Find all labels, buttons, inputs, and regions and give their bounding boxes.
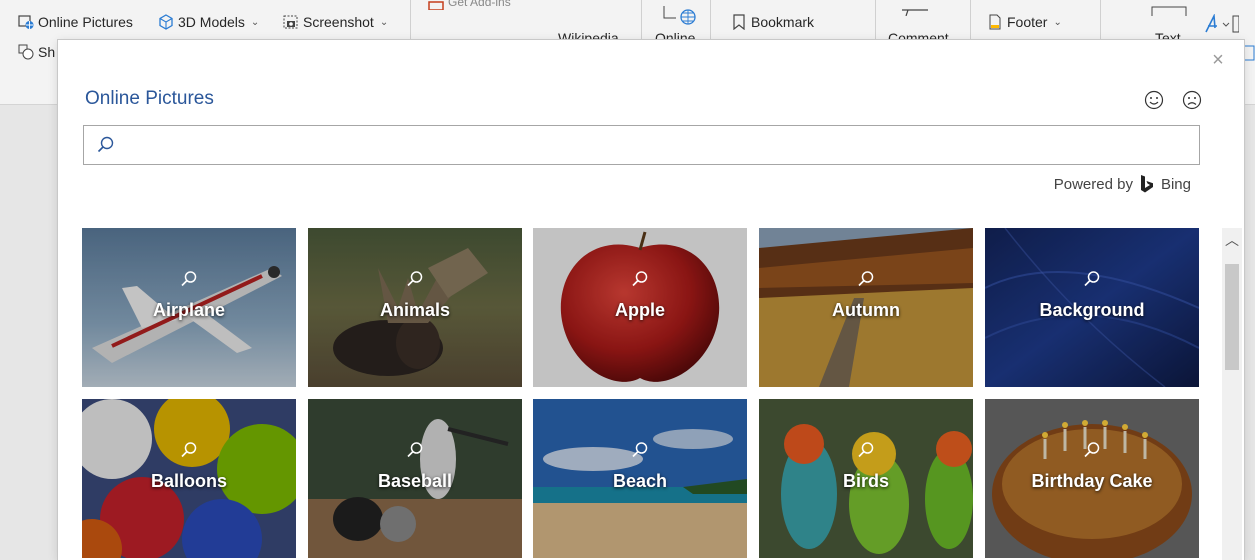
search-icon [181, 271, 197, 287]
search-icon [1084, 271, 1100, 287]
category-tile-apple[interactable]: Apple [533, 228, 747, 387]
search-icon [858, 271, 874, 287]
globe-icon [663, 6, 696, 25]
shapes-ribbon-button[interactable]: Sh [18, 44, 55, 60]
category-label: Balloons [150, 471, 227, 491]
category-tile-birthday-cake[interactable]: Birthday Cake [985, 399, 1199, 558]
ribbon-separator [710, 0, 711, 40]
search-icon [407, 442, 423, 458]
category-grid: Airplane Animals Apple Autumn Background… [82, 228, 1202, 560]
3d-models-ribbon-label: 3D Models [178, 14, 245, 30]
bookmark-ribbon-label: Bookmark [751, 14, 815, 30]
scrollbar-thumb[interactable] [1225, 264, 1239, 370]
store-icon [428, 1, 444, 10]
footer-ribbon-button[interactable]: Footer ⌄ [987, 14, 1062, 30]
textbox-icon [1151, 6, 1187, 16]
search-icon [1084, 442, 1100, 458]
frown-icon[interactable] [1182, 90, 1202, 110]
category-label: Animals [379, 300, 451, 320]
chevron-down-icon: ⌄ [379, 16, 389, 28]
chevron-down-icon: ⌄ [250, 16, 260, 28]
bing-logo-icon [1140, 175, 1153, 193]
category-label: Background [1039, 300, 1145, 320]
category-label: Baseball [377, 471, 453, 491]
online-pictures-ribbon-button[interactable]: Online Pictures [18, 14, 133, 30]
chevron-up-icon[interactable]: ︿ [1222, 228, 1242, 252]
screenshot-ribbon-button[interactable]: Screenshot ⌄ [283, 14, 388, 30]
category-tile-airplane[interactable]: Airplane [82, 228, 296, 387]
category-label: Airplane [152, 300, 226, 320]
search-icon [632, 442, 648, 458]
search-input[interactable] [120, 126, 1194, 164]
powered-by-label: Powered by [1053, 175, 1133, 193]
category-tile-background[interactable]: Background [985, 228, 1199, 387]
chevron-down-icon: ⌄ [1053, 16, 1062, 28]
category-label: Apple [614, 300, 665, 320]
comment-icon [902, 9, 928, 16]
feedback-buttons [1144, 90, 1202, 110]
vertical-scrollbar[interactable]: ︿ [1222, 228, 1242, 560]
search-icon [632, 271, 648, 287]
bookmark-ribbon-button[interactable]: Bookmark [731, 14, 814, 30]
get-addins-ribbon-button[interactable]: Get Add-ins [428, 0, 511, 10]
online-pictures-ribbon-label: Online Pictures [38, 14, 133, 30]
shapes-ribbon-label: Sh [38, 44, 56, 60]
powered-by-bing: Powered by Bing [1054, 174, 1191, 194]
ribbon-separator [641, 0, 642, 40]
get-addins-ribbon-label: Get Add-ins [448, 0, 511, 9]
screenshot-icon [283, 15, 298, 29]
category-tile-birds[interactable]: Birds [759, 399, 973, 558]
search-box [83, 125, 1200, 165]
search-icon [97, 136, 114, 153]
ribbon-separator [970, 0, 971, 40]
ribbon-separator [410, 0, 411, 40]
ribbon-separator [1100, 0, 1101, 40]
footer-ribbon-label: Footer [1007, 14, 1048, 30]
online-pictures-icon [18, 15, 34, 29]
category-tile-animals[interactable]: Animals [308, 228, 522, 387]
cube-icon [159, 14, 173, 30]
close-icon[interactable]: × [1210, 50, 1226, 70]
search-icon [858, 442, 874, 458]
search-icon [407, 271, 423, 287]
3d-models-ribbon-button[interactable]: 3D Models ⌄ [158, 14, 259, 30]
category-label: Beach [612, 471, 668, 491]
screenshot-ribbon-label: Screenshot [303, 14, 374, 30]
ribbon-separator [875, 0, 876, 40]
online-pictures-dialog: × Online Pictures Powered by Bing Airpla… [58, 40, 1244, 560]
category-label: Autumn [832, 300, 900, 320]
category-tile-balloons[interactable]: Balloons [82, 399, 296, 558]
smile-icon[interactable] [1144, 90, 1164, 110]
footer-icon [989, 14, 1001, 30]
category-tile-baseball[interactable]: Baseball [308, 399, 522, 558]
dialog-title: Online Pictures [85, 88, 214, 109]
category-tile-beach[interactable]: Beach [533, 399, 747, 558]
shapes-icon [18, 44, 34, 60]
category-tile-autumn[interactable]: Autumn [759, 228, 973, 387]
category-label: Birthday Cake [1031, 471, 1153, 491]
bing-label: Bing [1160, 175, 1191, 193]
bookmark-icon [733, 14, 745, 30]
category-label: Birds [842, 471, 889, 491]
wordart-icon[interactable] [1203, 14, 1239, 34]
search-icon [181, 442, 197, 458]
